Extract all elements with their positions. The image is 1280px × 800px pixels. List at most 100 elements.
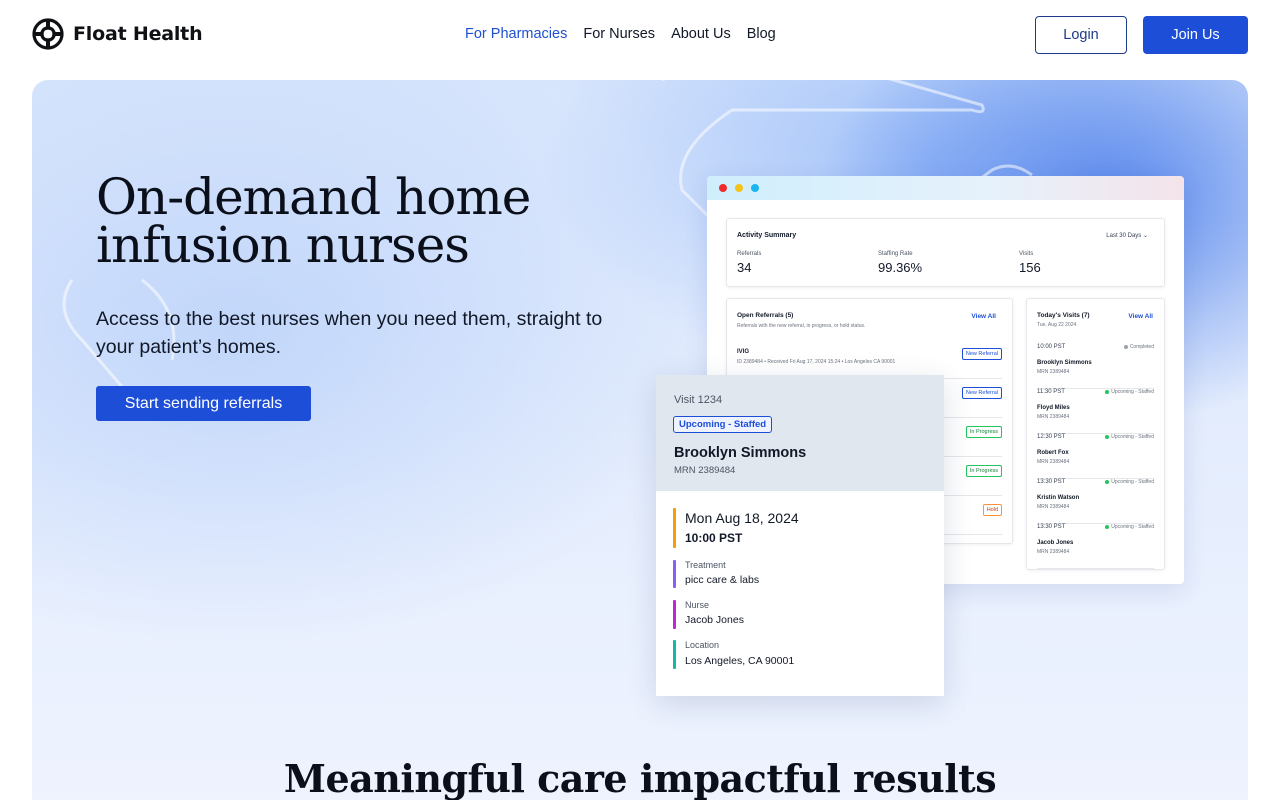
stat-staffing-rate: Staffing Rate 99.36% [878,251,922,275]
referral-name: IVIG [737,349,750,355]
patient-name: Brooklyn Simmons [674,445,807,461]
visit-patient-name: Robert Fox [1037,450,1069,456]
window-titlebar [707,176,1184,200]
brand-logo[interactable]: Float Health [32,18,203,50]
referral-meta: ID 2389484 • Received Fri Aug 17, 2024 1… [737,359,896,365]
visit-time: 10:00 PST [685,531,743,545]
todays-visits-title: Today's Visits (7) [1037,312,1090,319]
status-dot-icon [1105,524,1110,529]
start-sending-referrals-button[interactable]: Start sending referrals [96,386,311,421]
stat-referrals: Referrals 34 [737,251,761,275]
activity-summary-title: Activity Summary [737,232,797,239]
hero-subtitle: Access to the best nurses when you need … [96,308,603,358]
visit-status: Upcoming - Staffed [1105,524,1154,530]
visit-date: Mon Aug 18, 2024 [685,510,799,526]
visit-mrn: MRN 2389484 [1037,549,1070,555]
lifebuoy-icon [32,18,64,50]
status-badge: New Referral [961,387,1002,399]
activity-summary-card: Activity Summary Last 30 Days ⌄ Referral… [726,218,1165,287]
stat-value: 34 [737,260,752,275]
todays-visits-date: Tue, Aug 22 2024 [1037,322,1077,328]
visit-status: Completed [1123,344,1154,350]
referrals-view-all-link[interactable]: View All [971,313,996,320]
visit-patient-name: Kristin Watson [1037,495,1080,501]
range-select[interactable]: Last 30 Days ⌄ [1106,232,1148,239]
visit-status-label: Upcoming - Staffed [1111,389,1154,395]
visit-time: 12:30 PST [1037,434,1066,440]
status-badge: In Progress [965,465,1002,477]
nurse-accent-bar [673,600,676,629]
nurse-label: Nurse [685,600,710,610]
visits-view-all-link[interactable]: View All [1128,313,1153,320]
hero-title-line-2: infusion nurses [96,216,470,274]
stat-label: Referrals [737,251,762,257]
visit-status: Upcoming - Staffed [1105,479,1154,485]
status-badge: Upcoming - Staffed [673,416,773,433]
status-dot-icon [1105,479,1110,484]
referral-row[interactable]: IVIG ID 2389484 • Received Fri Aug 17, 2… [737,340,1002,379]
stat-value: 99.36% [878,260,923,275]
visit-mrn: MRN 2389484 [1037,459,1070,465]
visit-patient-name: Floyd Miles [1037,405,1070,411]
visit-row[interactable]: 12:30 PST Upcoming - Staffed Robert Fox … [1037,434,1154,479]
site-header: Float Health For Pharmacies For Nurses A… [0,0,1280,70]
todays-visits-card: Today's Visits (7) Tue, Aug 22 2024 View… [1026,298,1165,570]
location-value: Los Angeles, CA 90001 [685,655,795,667]
status-badge: In Progress [965,426,1002,438]
treatment-label: Treatment [685,560,726,570]
login-button[interactable]: Login [1035,16,1127,54]
brand-name: Float Health [73,23,203,45]
treatment-value: picc care & labs [685,574,760,586]
visit-status-label: Upcoming - Staffed [1111,479,1154,485]
visit-status: Upcoming - Staffed [1105,389,1154,395]
nav-about-us[interactable]: About Us [671,26,731,42]
visit-mrn: MRN 2389484 [1037,504,1070,510]
hero-section: On-demand home infusion nurses Access to… [32,80,1248,800]
stat-label: Visits [1019,251,1034,257]
patient-mrn: MRN 2389484 [674,465,736,476]
status-badge: Hold [982,504,1002,516]
visit-status: Upcoming - Staffed [1105,434,1154,440]
visit-row[interactable]: 11:30 PST Upcoming - Staffed Floyd Miles… [1037,389,1154,434]
visit-time: 13:30 PST [1037,479,1066,485]
status-badge: New Referral [961,348,1002,360]
visit-number: Visit 1234 [674,394,723,406]
visit-card-header: Visit 1234 Upcoming - Staffed Brooklyn S… [656,375,944,491]
join-us-button[interactable]: Join Us [1143,16,1248,54]
location-label: Location [685,640,720,650]
visit-row[interactable]: 13:30 PST Upcoming - Staffed Jacob Jones… [1037,524,1154,569]
nav-blog[interactable]: Blog [747,26,776,42]
status-dot-icon [1105,389,1110,394]
hero-title: On-demand home infusion nurses [96,172,531,270]
visit-time: 10:00 PST [1037,344,1066,350]
nav-for-nurses[interactable]: For Nurses [583,26,655,42]
status-dot-icon [1105,434,1110,439]
close-dot-icon [719,184,727,192]
main-nav: For Pharmacies For Nurses About Us Blog [465,26,776,42]
visit-time: 11:30 PST [1037,389,1065,395]
stat-visits: Visits 156 [1019,251,1041,275]
minimize-dot-icon [735,184,743,192]
visit-mrn: MRN 2389484 [1037,414,1070,420]
visit-mrn: MRN 2389484 [1037,369,1070,375]
date-accent-bar [673,508,676,548]
maximize-dot-icon [751,184,759,192]
status-dot-icon [1123,344,1128,349]
visit-patient-name: Jacob Jones [1037,540,1074,546]
visit-status-label: Upcoming - Staffed [1111,524,1154,530]
visit-status-label: Completed [1129,344,1154,350]
chevron-down-icon: ⌄ [1142,233,1148,239]
nav-for-pharmacies[interactable]: For Pharmacies [465,26,567,42]
treatment-accent-bar [673,560,676,588]
referrals-description: Referrals with the new referral, in prog… [737,323,866,329]
stat-value: 156 [1019,260,1041,275]
range-label: Last 30 Days [1106,233,1142,239]
visit-time: 13:30 PST [1037,524,1066,530]
visit-patient-name: Brooklyn Simmons [1037,360,1092,366]
visit-row[interactable]: 10:00 PST Completed Brooklyn Simmons MRN… [1037,344,1154,389]
nurse-value: Jacob Jones [685,614,744,626]
location-accent-bar [673,640,676,669]
section-title: Meaningful care impactful results [283,756,997,800]
visit-detail-card: Visit 1234 Upcoming - Staffed Brooklyn S… [656,375,944,696]
visit-row[interactable]: 13:30 PST Upcoming - Staffed Kristin Wat… [1037,479,1154,524]
